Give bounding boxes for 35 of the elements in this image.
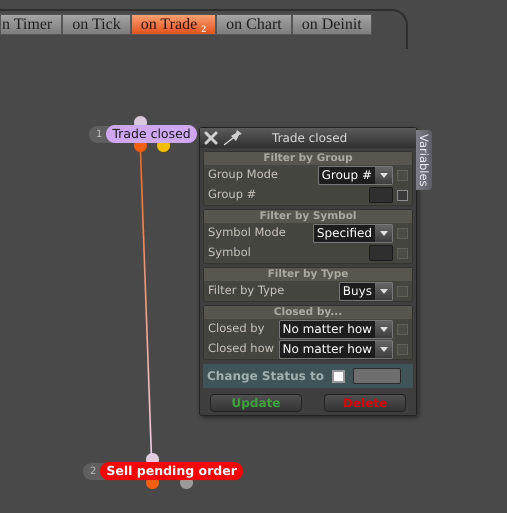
field-label: Symbol	[208, 244, 252, 262]
input-field[interactable]	[369, 245, 393, 261]
field-label: Group Mode	[208, 166, 279, 184]
field-label: Filter by Type	[208, 282, 286, 300]
caret-icon	[380, 326, 388, 332]
tab[interactable]: n Timer	[0, 14, 62, 35]
variables-tab[interactable]: Variables	[416, 130, 432, 190]
dialog-title: Trade closed	[272, 130, 348, 147]
section-header: Filter by Type	[204, 268, 412, 281]
tab[interactable]: on Tick	[62, 14, 131, 35]
checkbox[interactable]	[332, 370, 345, 382]
option-checkbox[interactable]	[397, 190, 408, 200]
section-header: Closed by...	[204, 306, 412, 319]
caret-icon	[380, 172, 388, 178]
field-label: Group #	[208, 186, 258, 204]
close-icon[interactable]	[204, 131, 218, 145]
caret-icon	[380, 346, 388, 352]
tab-count: 2	[201, 24, 206, 35]
caret-icon	[380, 288, 388, 294]
node-label[interactable]: Sell pending order	[100, 462, 243, 480]
field-label: Closed how	[208, 340, 276, 358]
input-field[interactable]	[369, 187, 393, 203]
update-button[interactable]: Update	[210, 394, 302, 412]
status-field[interactable]	[352, 368, 401, 384]
caret-icon	[380, 230, 388, 236]
field-label: Closed by	[208, 320, 266, 338]
node-label[interactable]: Trade closed	[106, 125, 197, 143]
field-label: Symbol Mode	[208, 224, 287, 242]
pin-icon[interactable]	[222, 130, 244, 146]
section-header: Filter by Group	[204, 152, 412, 165]
status-label: Change Status to	[207, 368, 324, 385]
tab[interactable]: on Deinit	[292, 14, 372, 35]
tab[interactable]: on Chart	[216, 14, 292, 35]
section-header: Filter by Symbol	[204, 210, 412, 223]
tab[interactable]: on Trade $_{2}$	[130, 14, 216, 35]
